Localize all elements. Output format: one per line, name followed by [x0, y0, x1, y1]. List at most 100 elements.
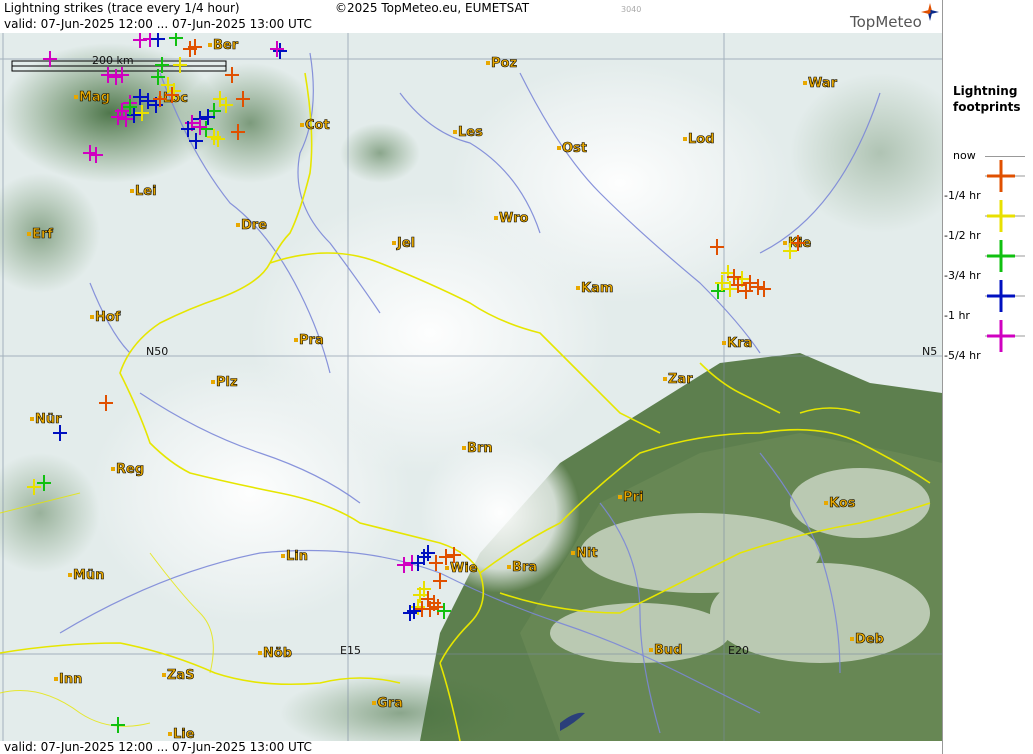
city-label: Pri [623, 490, 643, 505]
city-label: Bra [512, 560, 537, 575]
top-bar: Lightning strikes (trace every 1/4 hour)… [0, 0, 942, 33]
city-label: Ost [562, 141, 587, 156]
city-label: Brn [467, 441, 493, 456]
city-label: Nit [576, 546, 598, 561]
satellite-map[interactable]: 200 km N50 N5 E15 E20 BerPozWarMag LocCot… [0, 33, 942, 741]
legend-label: -1 hr [944, 309, 970, 322]
city-label: Plz [216, 375, 238, 390]
legend-cross-icon [985, 200, 1025, 232]
image-code: 3040 [621, 5, 642, 14]
city-marker [722, 341, 726, 345]
city-marker [663, 377, 667, 381]
city-label: Lei [135, 184, 157, 199]
city-marker [211, 380, 215, 384]
legend-cross-icon [985, 280, 1025, 312]
city-label: Dre [241, 218, 267, 233]
city-label: Nöb [263, 646, 292, 661]
city-label: Kam [581, 281, 613, 296]
city-label: Reg [116, 462, 144, 477]
clear-land-area [340, 123, 420, 183]
city-label: Lod [688, 132, 715, 147]
city-label: Les [458, 125, 483, 140]
city-marker [300, 123, 304, 127]
city-marker [453, 130, 457, 134]
city-label: Zar [668, 372, 693, 387]
city-label: ZaS [167, 668, 195, 683]
city-marker [507, 565, 511, 569]
city-label: Bud [654, 643, 682, 658]
city-label: Mün [73, 568, 104, 583]
city-label: Kos [829, 496, 856, 511]
city-marker [27, 232, 31, 236]
city-marker [783, 241, 787, 245]
compass-logo-icon [921, 3, 939, 21]
grid-label-e15: E15 [340, 644, 361, 657]
grid-label-n50: N50 [146, 345, 168, 358]
city-marker [392, 241, 396, 245]
city-marker [30, 417, 34, 421]
city-marker [236, 223, 240, 227]
city-marker [462, 446, 466, 450]
city-label: Wro [499, 211, 529, 226]
legend-cross-icon [985, 240, 1025, 272]
city-label: Erf [32, 227, 53, 242]
copyright: ©2025 TopMeteo.eu, EUMETSAT [335, 1, 530, 15]
city-marker [824, 501, 828, 505]
legend-cross-icon [985, 320, 1025, 352]
grid-label-e20: E20 [728, 644, 749, 657]
city-marker [294, 338, 298, 342]
city-marker [486, 61, 490, 65]
city-marker [372, 701, 376, 705]
city-label: Mag [79, 90, 110, 105]
city-label: Inn [59, 672, 82, 687]
city-marker [258, 651, 262, 655]
city-label: Wie [450, 561, 478, 576]
city-label: Lin [286, 549, 308, 564]
map-title: Lightning strikes (trace every 1/4 hour) [4, 1, 240, 15]
cloud-mass [420, 433, 580, 593]
city-marker [494, 216, 498, 220]
city-marker [649, 648, 653, 652]
city-marker [571, 551, 575, 555]
city-label: Ber [213, 38, 239, 53]
city-marker [208, 43, 212, 47]
city-marker [54, 677, 58, 681]
city-label: Pra [299, 333, 324, 348]
city-marker [445, 566, 449, 570]
legend-panel: Lightning footprints now -1/4 hr -1/2 hr -3… [942, 0, 1033, 754]
city-marker [557, 146, 561, 150]
city-label: Cot [305, 118, 330, 133]
cloud-mass [450, 63, 790, 303]
legend-label: -1/2 hr [944, 229, 981, 242]
city-marker [162, 673, 166, 677]
city-label: Nür [35, 412, 62, 427]
legend-label: -1/4 hr [944, 189, 981, 202]
legend-cross-icon [985, 160, 1025, 192]
city-marker [850, 637, 854, 641]
cloud-mass [90, 363, 410, 623]
grid-label-n50-right: N5 [922, 345, 937, 358]
city-label: Jel [396, 236, 415, 251]
city-label: Hof [95, 310, 121, 325]
city-marker [618, 495, 622, 499]
city-label: Kra [727, 336, 752, 351]
legend-label: -5/4 hr [944, 349, 981, 362]
city-marker [281, 554, 285, 558]
city-marker [576, 286, 580, 290]
city-label: Deb [855, 632, 884, 647]
city-marker [130, 189, 134, 193]
city-label: War [808, 76, 838, 91]
city-marker [803, 81, 807, 85]
scale-bar-label: 200 km [92, 54, 134, 67]
city-marker [168, 732, 172, 736]
legend-title-1: Lightning [953, 84, 1018, 98]
city-marker [68, 573, 72, 577]
legend-label: -3/4 hr [944, 269, 981, 282]
valid-time: valid: 07-Jun-2025 12:00 ... 07-Jun-2025… [4, 17, 312, 31]
city-marker [74, 95, 78, 99]
valid-time-footer: valid: 07-Jun-2025 12:00 ... 07-Jun-2025… [4, 740, 312, 754]
city-label: Lie [173, 727, 195, 741]
city-marker [683, 137, 687, 141]
legend-title-2: footprints [953, 100, 1021, 114]
legend-label: now [953, 149, 976, 162]
